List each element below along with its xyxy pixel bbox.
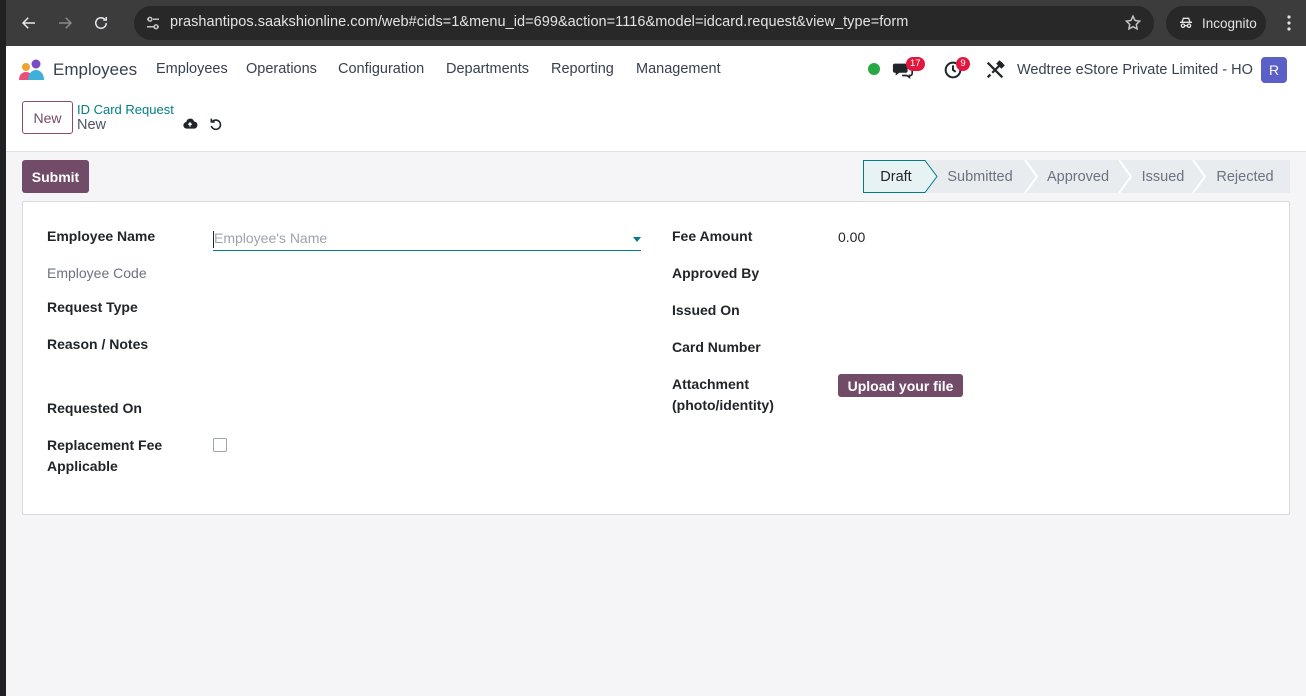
menu-employees[interactable]: Employees [156,61,228,77]
discard-undo-icon[interactable] [208,116,224,132]
address-bar[interactable]: prashantipos.saakshionline.com/web#cids=… [134,6,1154,40]
presence-status-dot [868,63,880,75]
stage-rejected[interactable]: Rejected [1207,160,1283,193]
requested-on-label: Requested On [47,400,142,416]
status-stage-bar: Draft Submitted Approved Issued Rejected [863,160,1290,193]
issued-on-label: Issued On [672,302,740,318]
control-panel: New ID Card Request New [6,94,1306,152]
menu-operations[interactable]: Operations [246,61,317,77]
replacement-fee-label: Replacement Fee [47,437,163,453]
stage-issued[interactable]: Issued [1131,160,1195,193]
forward-icon[interactable] [53,11,77,35]
new-record-button[interactable]: New [22,101,73,134]
dropdown-arrow-icon[interactable] [633,237,641,242]
save-cloud-icon[interactable] [182,116,198,132]
incognito-label: Incognito [1202,15,1257,31]
record-title: New [77,117,107,133]
back-icon[interactable] [17,11,41,35]
attachment-label-line2: (photo/identity) [672,397,774,413]
form-sheet: Employee Name Employee's Name Employee C… [22,201,1290,515]
approved-by-label: Approved By [672,265,760,281]
employee-name-input[interactable]: Employee's Name [213,229,641,251]
stage-submitted[interactable]: Submitted [939,160,1021,193]
breadcrumb-id-card-request[interactable]: ID Card Request [77,102,174,117]
replacement-fee-label-line2: Applicable [47,458,118,474]
activities-badge: 9 [956,57,970,71]
text-caret [213,231,214,248]
browser-toolbar: prashantipos.saakshionline.com/web#cids=… [0,0,1306,46]
site-settings-icon[interactable] [144,14,162,32]
employee-name-label: Employee Name [47,228,156,244]
company-switcher[interactable]: Wedtree eStore Private Limited - HO [1017,62,1253,78]
debug-tools-icon[interactable] [984,59,1006,81]
request-type-label: Request Type [47,299,138,315]
messages-badge: 17 [906,57,925,71]
replacement-fee-checkbox[interactable] [213,438,227,452]
attachment-label: Attachment [672,376,750,392]
browser-menu-icon[interactable] [1280,12,1298,34]
user-avatar[interactable]: R [1261,57,1287,83]
employees-app-icon[interactable] [18,58,46,82]
reload-icon[interactable] [89,11,113,35]
main-navbar: Employees Employees Operations Configura… [6,46,1306,94]
incognito-indicator[interactable]: Incognito [1166,6,1266,40]
employee-code-label: Employee Code [47,265,147,281]
stage-approved[interactable]: Approved [1037,160,1119,193]
menu-management[interactable]: Management [636,61,721,77]
menu-reporting[interactable]: Reporting [551,61,614,77]
card-number-label: Card Number [672,339,761,355]
bookmark-star-icon[interactable] [1124,14,1142,32]
fee-amount-label: Fee Amount [672,228,753,244]
incognito-icon [1180,17,1192,28]
app-title[interactable]: Employees [53,60,137,80]
fee-amount-value[interactable]: 0.00 [838,229,865,245]
stage-draft[interactable]: Draft [863,160,929,193]
reason-notes-label: Reason / Notes [47,336,149,352]
employee-name-placeholder: Employee's Name [214,230,328,246]
menu-departments[interactable]: Departments [446,61,529,77]
menu-configuration[interactable]: Configuration [338,61,424,77]
submit-button[interactable]: Submit [22,160,89,193]
upload-file-button[interactable]: Upload your file [838,374,963,397]
url-text[interactable]: prashantipos.saakshionline.com/web#cids=… [170,14,908,30]
